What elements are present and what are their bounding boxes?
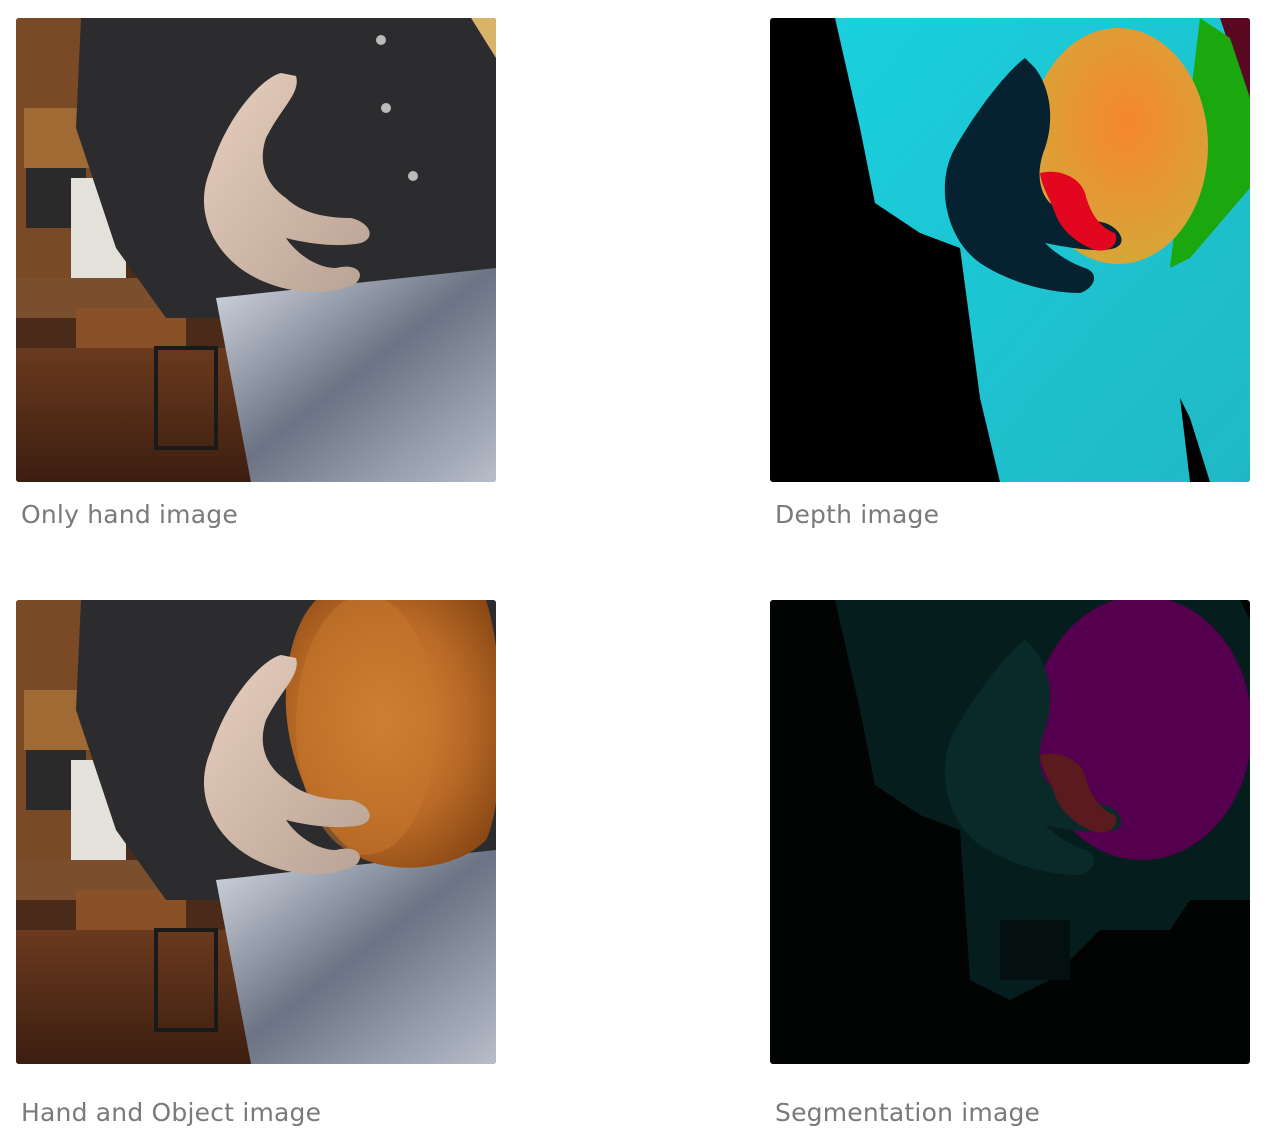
caption-only-hand: Only hand image <box>21 500 238 529</box>
depth-image <box>770 18 1250 482</box>
caption-segmentation: Segmentation image <box>775 1098 1041 1127</box>
only-hand-image <box>16 18 496 482</box>
segmentation-image <box>770 600 1250 1064</box>
caption-hand-object: Hand and Object image <box>21 1098 322 1127</box>
figure-segmentation <box>770 600 1250 1064</box>
figure-hand-object <box>16 600 496 1064</box>
figure-only-hand <box>16 18 496 482</box>
hand-object-image <box>16 600 496 1064</box>
figure-depth <box>770 18 1250 482</box>
caption-depth: Depth image <box>775 500 940 529</box>
